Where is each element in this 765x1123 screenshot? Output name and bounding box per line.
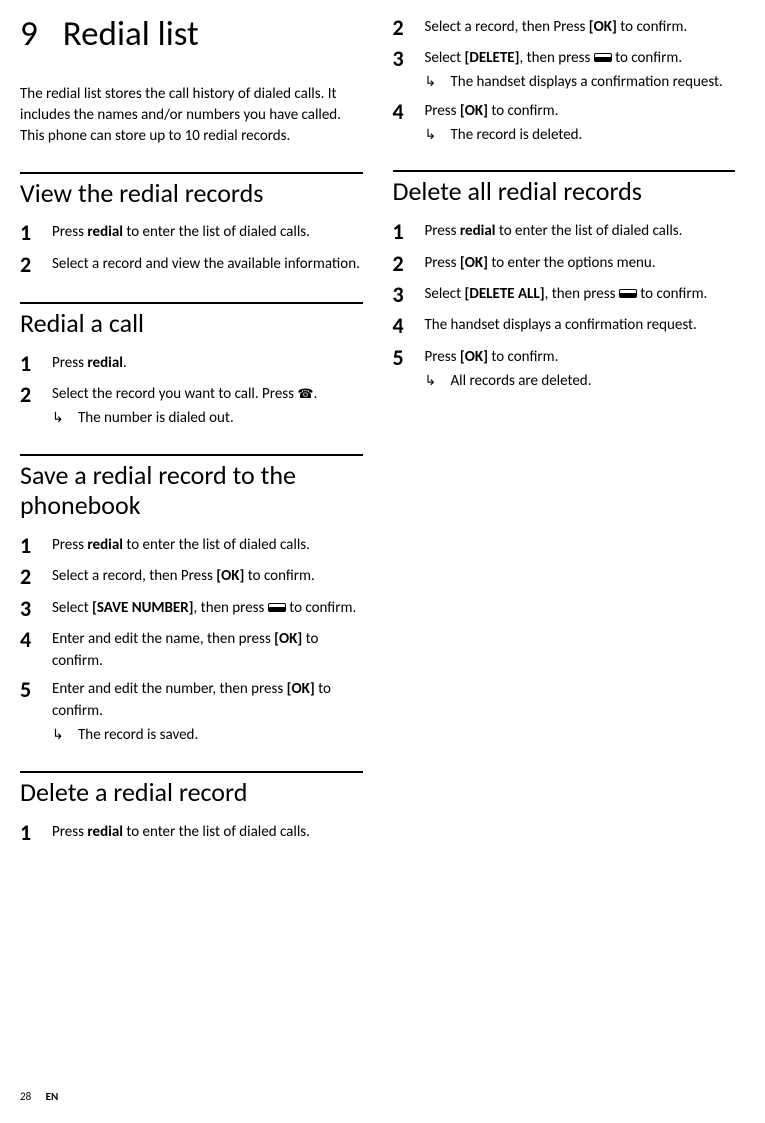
steps-save: 1 Press redial to enter the list of dial… xyxy=(20,533,363,747)
step-number: 3 xyxy=(393,46,425,94)
right-column: 2 Select a record, then Press [OK] to co… xyxy=(393,15,736,870)
step-item: 2 Press [OK] to enter the options menu. xyxy=(393,251,736,277)
steps-redial: 1 Press redial. 2 Select the record you … xyxy=(20,351,363,430)
step-text: Select [SAVE NUMBER], then press to conf… xyxy=(52,596,363,622)
step-text: Press redial to enter the list of dialed… xyxy=(425,219,736,245)
step-number: 2 xyxy=(393,15,425,41)
step-number: 3 xyxy=(393,282,425,308)
step-number: 3 xyxy=(20,596,52,622)
step-text: Press redial to enter the list of dialed… xyxy=(52,820,363,846)
softkey-icon xyxy=(619,289,637,298)
step-item: 1 Press redial to enter the list of dial… xyxy=(20,220,363,246)
section-divider xyxy=(20,454,363,456)
step-item: 5 Press [OK] to confirm. All records are… xyxy=(393,345,736,393)
step-item: 3 Select [SAVE NUMBER], then press to co… xyxy=(20,596,363,622)
call-icon: ☎ xyxy=(297,386,313,405)
step-number: 2 xyxy=(20,252,52,278)
section-divider xyxy=(20,302,363,304)
arrow-icon xyxy=(425,72,451,94)
left-column: 9 Redial list The redial list stores the … xyxy=(20,15,363,870)
step-text: Select [DELETE], then press to confirm. … xyxy=(425,46,736,94)
step-item: 4 The handset displays a confirmation re… xyxy=(393,313,736,339)
steps-delete-continued: 2 Select a record, then Press [OK] to co… xyxy=(393,15,736,146)
result-item: All records are deleted. xyxy=(425,371,736,393)
result-item: The record is saved. xyxy=(52,725,363,747)
step-number: 1 xyxy=(20,220,52,246)
step-item: 4 Enter and edit the name, then press [O… xyxy=(20,627,363,673)
section-title-save: Save a redial record to the phonebook xyxy=(20,461,363,521)
step-item: 1 Press redial to enter the list of dial… xyxy=(393,219,736,245)
step-number: 2 xyxy=(393,251,425,277)
step-number: 5 xyxy=(20,677,52,746)
step-text: Press redial. xyxy=(52,351,363,377)
step-number: 4 xyxy=(393,99,425,147)
step-item: 2 Select the record you want to call. Pr… xyxy=(20,382,363,430)
section-divider xyxy=(20,771,363,773)
step-item: 5 Enter and edit the number, then press … xyxy=(20,677,363,746)
section-title-delete: Delete a redial record xyxy=(20,778,363,808)
step-item: 1 Press redial to enter the list of dial… xyxy=(20,820,363,846)
step-item: 1 Press redial. xyxy=(20,351,363,377)
arrow-icon xyxy=(52,408,78,430)
section-divider xyxy=(393,170,736,172)
step-text: Select a record and view the available i… xyxy=(52,252,363,278)
chapter-title: 9 Redial list xyxy=(20,15,363,54)
step-text: Select a record, then Press [OK] to conf… xyxy=(425,15,736,41)
steps-deleteall: 1 Press redial to enter the list of dial… xyxy=(393,219,736,392)
step-text: Press redial to enter the list of dialed… xyxy=(52,533,363,559)
step-text: Press [OK] to confirm. The record is del… xyxy=(425,99,736,147)
step-number: 1 xyxy=(393,219,425,245)
step-item: 2 Select a record, then Press [OK] to co… xyxy=(393,15,736,41)
step-item: 3 Select [DELETE ALL], then press to con… xyxy=(393,282,736,308)
softkey-icon xyxy=(268,603,286,612)
language-label: EN xyxy=(46,1090,59,1103)
step-number: 4 xyxy=(393,313,425,339)
step-item: 2 Select a record and view the available… xyxy=(20,252,363,278)
step-item: 1 Press redial to enter the list of dial… xyxy=(20,533,363,559)
step-number: 1 xyxy=(20,533,52,559)
page-number: 28 xyxy=(20,1090,31,1103)
step-item: 2 Select a record, then Press [OK] to co… xyxy=(20,564,363,590)
steps-view: 1 Press redial to enter the list of dial… xyxy=(20,220,363,278)
step-number: 2 xyxy=(20,382,52,430)
chapter-text: Redial list xyxy=(63,13,199,55)
step-number: 1 xyxy=(20,351,52,377)
steps-delete: 1 Press redial to enter the list of dial… xyxy=(20,820,363,846)
step-text: Select the record you want to call. Pres… xyxy=(52,382,363,430)
page-content: 9 Redial list The redial list stores the … xyxy=(0,0,765,890)
result-item: The handset displays a confirmation requ… xyxy=(425,72,736,94)
step-item: 4 Press [OK] to confirm. The record is d… xyxy=(393,99,736,147)
step-text: The handset displays a confirmation requ… xyxy=(425,313,736,339)
step-text: Enter and edit the number, then press [O… xyxy=(52,677,363,746)
chapter-number: 9 xyxy=(20,15,38,54)
section-title-deleteall: Delete all redial records xyxy=(393,177,736,207)
result-item: The record is deleted. xyxy=(425,125,736,147)
result-item: The number is dialed out. xyxy=(52,408,363,430)
section-divider xyxy=(20,172,363,174)
step-text: Press [OK] to confirm. All records are d… xyxy=(425,345,736,393)
section-title-view: View the redial records xyxy=(20,179,363,209)
arrow-icon xyxy=(425,125,451,147)
step-text: Press redial to enter the list of dialed… xyxy=(52,220,363,246)
step-text: Select a record, then Press [OK] to conf… xyxy=(52,564,363,590)
arrow-icon xyxy=(425,371,451,393)
step-number: 2 xyxy=(20,564,52,590)
intro-text: The redial list stores the call history … xyxy=(20,84,363,147)
step-item: 3 Select [DELETE], then press to confirm… xyxy=(393,46,736,94)
step-number: 4 xyxy=(20,627,52,673)
step-number: 5 xyxy=(393,345,425,393)
step-number: 1 xyxy=(20,820,52,846)
step-text: Select [DELETE ALL], then press to confi… xyxy=(425,282,736,308)
page-footer: 28 EN xyxy=(20,1090,58,1103)
step-text: Press [OK] to enter the options menu. xyxy=(425,251,736,277)
softkey-icon xyxy=(594,53,612,62)
section-title-redial: Redial a call xyxy=(20,309,363,339)
arrow-icon xyxy=(52,725,78,747)
step-text: Enter and edit the name, then press [OK]… xyxy=(52,627,363,673)
